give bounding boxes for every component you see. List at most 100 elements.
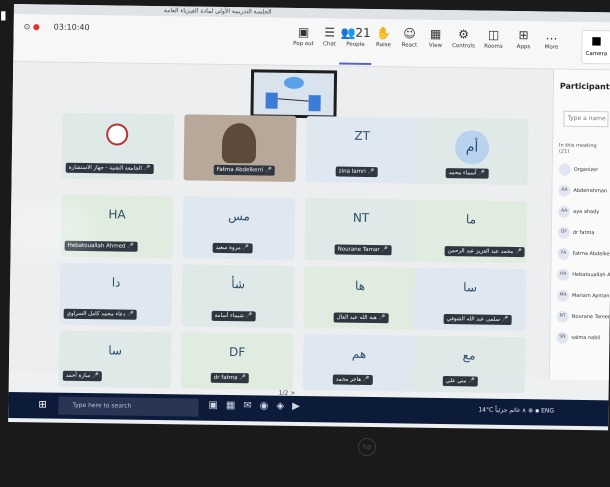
participant-list-name: salma nabil [571,334,601,341]
participant-list-item[interactable]: AA Abdelrahman [552,180,610,202]
avatar: AA [558,205,571,218]
taskbar-search-input[interactable]: Type here to search [58,396,199,417]
participant-list-name: Hebatouallah Ahm [572,271,610,278]
participant-initials: مع [462,348,476,363]
participant-initials: شأ [231,277,246,292]
participant-tile[interactable]: ما محمد عبد العزيز عبد الرحمن 🎤 [414,199,528,264]
participant-name-label: zina lamri 🎤 [335,166,378,178]
toolbar-button-more[interactable]: … More [535,27,568,67]
controls-icon: ⚙ [458,27,470,42]
participant-name-label: هبة الله عبد العال 🎤 [333,312,389,324]
shared-content-thumbnail[interactable] [250,69,338,119]
laptop-screen: الجلسة التدريبية الأولى لمادة الفيزياء ا… [8,4,610,431]
participant-list: Organizer AA Abdelrahman AA aya ahady DF dr fa… [550,159,610,349]
participant-tile[interactable]: سا سارة أحمد 🎤 [58,330,172,389]
participant-name-label: محمد عبد العزيز عبد الرحمن 🎤 [444,246,525,258]
participant-tile[interactable]: ZT zina lamri 🎤 [305,116,419,184]
participant-initials: سا [108,343,123,358]
participant-name-label: هاجر محمد 🎤 [332,374,373,386]
language-indicator[interactable]: ENG [541,407,554,414]
participant-name-label: شيماء أسامة 🎤 [211,310,256,322]
participant-list-name: Nourane Tamer [571,313,610,320]
taskbar-app-icons[interactable]: ▣▦✉◉◈▶ [208,400,308,412]
participant-initials: ZT [354,128,371,143]
participant-initials: هم [351,346,367,361]
panel-section-label: In this meeting (21) [558,142,597,155]
camera-button[interactable]: ■ Camera [581,29,610,65]
hp-logo: hp [358,438,376,456]
participant-tile[interactable]: سا سلمى عبد الله الشوفي 🎤 [413,267,527,332]
participant-tile[interactable]: أم أسماء محمد 🎤 [415,117,529,186]
system-tray: 14°C غائم جزئياً ∧ ⊕ ▪ ENG [478,406,555,415]
avatar: NT [556,310,569,323]
weather-label: 14°C غائم جزئياً [478,406,521,415]
participant-initials: DF [228,345,246,360]
participant-tile[interactable]: ها هبة الله عبد العال 🎤 [303,266,417,330]
participant-initials: مس [228,209,251,224]
avatar: MA [556,289,570,302]
avatar: SN [556,331,569,344]
participant-name-label: Fatma Abdelkerri 🎤 [213,164,276,176]
windows-start-icon[interactable]: ⊞ [38,399,47,410]
participant-initials: سا [463,280,478,295]
participant-avatar: أم [454,130,490,165]
participant-list-item[interactable]: AA aya ahady [552,201,610,223]
participant-list-item[interactable]: FA Fatma Abdelkerri [551,243,610,265]
participant-name-label: dr fatma 🎤 [210,372,250,384]
participant-search-input[interactable]: Type a name [563,110,609,128]
meeting-timer: 03:10:40 [53,22,90,33]
participant-initials: NT [352,210,370,225]
participant-tile[interactable]: شأ شيماء أسامة 🎤 [181,264,295,328]
more-icon: … [545,28,558,43]
participant-name-label: سارة أحمد 🎤 [62,370,103,382]
participant-list-item[interactable]: MA Mariam Ayman [551,285,610,307]
participant-list-name: aya ahady [573,208,600,215]
avatar: HA [557,268,570,281]
diagram-icon [265,76,321,112]
participant-tile[interactable]: دا دعاء محمد كامل السراوي 🎤 [59,262,173,327]
rooms-icon: ◫ [487,27,500,42]
participant-tile[interactable]: الجامعة التقنية - جهاز الاستشارة 🎤 [61,112,175,181]
photo-frame: ▮ الجلسة التدريبية الأولى لمادة الفيزياء… [0,0,610,487]
camera-label: Camera [585,50,608,58]
participant-initials: دا [111,275,121,290]
meeting-toolbar: ⊙ ● 03:10:40 ▣ Pop out ☰ Chat 👥21 People ✋ Rais… [13,13,610,71]
participant-name-label: أسماء محمد 🎤 [445,168,489,179]
toolbar-button-rooms[interactable]: ◫ Rooms [477,26,510,66]
avatar: DF [557,226,570,239]
participant-list-item[interactable]: HA Hebatouallah Ahm [551,264,610,286]
screen-glare [10,203,92,256]
participant-name-label: مروة سعيد 🎤 [212,242,253,254]
participant-tile[interactable]: DF dr fatma 🎤 [180,332,294,390]
participant-name-label: دعاء محمد كامل السراوي 🎤 [63,308,138,320]
avatar [558,163,571,176]
participant-tile[interactable]: NT Nourane Tamar 🎤 [304,198,418,262]
participant-tile[interactable]: مس مروة سعيد 🎤 [182,196,296,260]
participant-list-item[interactable]: NT Nourane Tamer [551,306,610,328]
panel-title: Participants [559,81,610,92]
participant-tile[interactable]: Fatma Abdelkerri 🎤 [183,114,297,182]
windows-taskbar: ⊞ Type here to search ▣▦✉◉◈▶ 14°C غائم ج… [8,391,609,427]
participant-list-item[interactable]: DF dr fatma [552,222,610,244]
avatar: FA [557,247,570,260]
participant-name-label: Nourane Tamar 🎤 [334,244,392,256]
participant-name-label: الجامعة التقنية - جهاز الاستشارة 🎤 [65,162,154,174]
toolbar-button-label: Controls [452,43,475,50]
participant-name-label: مني علي 🎤 [442,376,479,387]
participant-list-name: Abdelrahman [573,187,608,194]
participant-initials: ما [465,212,477,227]
avatar: AA [558,184,571,197]
video-feed [221,122,257,164]
institution-logo-icon [106,123,129,146]
participant-list-item[interactable]: SN salma nabil [550,327,609,349]
toolbar-button-label: More [544,44,559,51]
record-icon: ⊙ ● [23,22,40,32]
participant-tile[interactable]: مع مني علي 🎤 [412,335,526,394]
camera-icon: ■ [591,34,602,48]
participant-list-item[interactable]: Organizer [553,159,610,181]
toolbar-button-label: Rooms [484,43,503,50]
toolbar-button-controls[interactable]: ⚙ Controls [447,26,480,66]
participant-initials: ها [355,278,366,293]
participant-name-label: سلمى عبد الله الشوفي 🎤 [443,314,512,325]
participant-tile[interactable]: هم هاجر محمد 🎤 [302,334,416,392]
